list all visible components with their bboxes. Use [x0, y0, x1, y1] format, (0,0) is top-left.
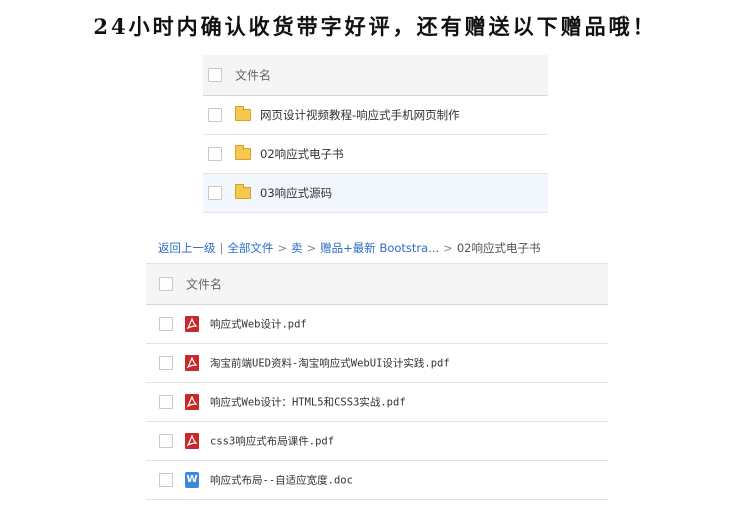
file-name[interactable]: 淘宝前端UED资料-淘宝响应式WebUI设计实践.pdf: [210, 356, 450, 371]
file-name[interactable]: 响应式Web设计：HTML5和CSS3实战.pdf: [210, 395, 406, 410]
folder-icon: [235, 106, 251, 121]
file-row[interactable]: 响应式Web设计.pdf: [146, 305, 608, 344]
file-row[interactable]: css3响应式布局课件.pdf: [146, 422, 608, 461]
folder-row[interactable]: 02响应式电子书: [203, 135, 548, 174]
file-name[interactable]: css3响应式布局课件.pdf: [210, 434, 334, 449]
pdf-icon: [185, 394, 199, 410]
pdf-icon: [185, 316, 199, 332]
file-row[interactable]: 淘宝前端UED资料-淘宝响应式WebUI设计实践.pdf: [146, 344, 608, 383]
row-checkbox[interactable]: [159, 395, 173, 409]
folder-icon: [235, 184, 251, 199]
breadcrumb-separator: |: [219, 241, 224, 255]
row-checkbox[interactable]: [159, 473, 173, 487]
row-checkbox[interactable]: [159, 317, 173, 331]
select-all-checkbox[interactable]: [208, 68, 222, 82]
breadcrumb-separator: >: [306, 241, 317, 255]
pdf-icon: [185, 433, 199, 449]
row-checkbox[interactable]: [208, 108, 222, 122]
folder-name[interactable]: 网页设计视频教程-响应式手机网页制作: [260, 107, 460, 123]
row-checkbox[interactable]: [159, 356, 173, 370]
file-row[interactable]: W 响应式布局--自适应宽度.doc: [146, 461, 608, 500]
column-header-filename: 文件名: [186, 277, 223, 292]
breadcrumb-separator: >: [443, 241, 453, 255]
breadcrumb-level-1[interactable]: 卖: [291, 241, 303, 255]
file-table: 文件名 响应式Web设计.pdf 淘宝前端UED资料-淘宝响应式WebUI设计实…: [146, 263, 608, 500]
row-checkbox[interactable]: [208, 147, 222, 161]
folder-table: 文件名 网页设计视频教程-响应式手机网页制作 02响应式电子书 03响应式源码: [203, 55, 548, 213]
table-header: 文件名: [203, 55, 548, 96]
pdf-icon: [185, 355, 199, 371]
folder-name[interactable]: 03响应式源码: [260, 185, 332, 201]
breadcrumb-current: 02响应式电子书: [456, 241, 541, 255]
breadcrumb-all-files[interactable]: 全部文件: [227, 241, 273, 255]
file-name[interactable]: 响应式布局--自适应宽度.doc: [210, 473, 353, 488]
file-row[interactable]: 响应式Web设计：HTML5和CSS3实战.pdf: [146, 383, 608, 422]
promo-banner: 24小时内确认收货带字好评，还有赠送以下赠品哦！: [93, 14, 657, 39]
folder-icon: [235, 145, 251, 160]
breadcrumb-separator: >: [277, 241, 288, 255]
word-icon: W: [185, 472, 199, 488]
breadcrumb-level-2[interactable]: 赠品+最新 Bootstra...: [320, 241, 439, 255]
folder-name[interactable]: 02响应式电子书: [260, 146, 344, 162]
back-link[interactable]: 返回上一级: [158, 241, 216, 255]
folder-row-selected[interactable]: 03响应式源码: [203, 174, 548, 213]
row-checkbox[interactable]: [159, 434, 173, 448]
table-header: 文件名: [146, 263, 608, 305]
breadcrumb: 返回上一级 | 全部文件 > 卖 > 赠品+最新 Bootstra... >02响应式电子书: [158, 240, 540, 256]
row-checkbox[interactable]: [208, 186, 222, 200]
select-all-checkbox[interactable]: [159, 277, 173, 291]
file-name[interactable]: 响应式Web设计.pdf: [210, 317, 307, 332]
folder-row[interactable]: 网页设计视频教程-响应式手机网页制作: [203, 96, 548, 135]
column-header-filename: 文件名: [235, 68, 272, 83]
